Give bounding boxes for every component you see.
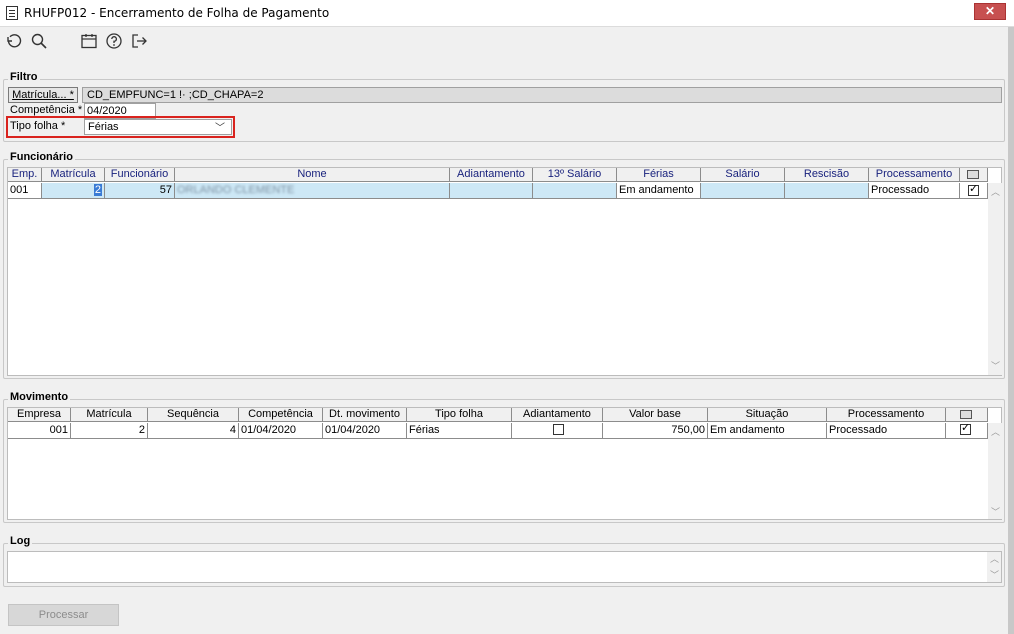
matricula-button[interactable]: Matrícula... *: [8, 87, 78, 103]
mov-row-empresa[interactable]: 001: [8, 423, 71, 439]
search-icon[interactable]: [30, 32, 48, 50]
calendar-icon[interactable]: [80, 32, 98, 50]
col-dt-movimento[interactable]: Dt. movimento: [323, 408, 407, 422]
window-title: RHUFP012 - Encerramento de Folha de Paga…: [24, 6, 330, 20]
row-processamento[interactable]: Processado: [869, 183, 960, 199]
col-rescisao[interactable]: Rescisão: [785, 168, 869, 182]
col-empresa[interactable]: Empresa: [8, 408, 71, 422]
log-textarea[interactable]: [7, 551, 1002, 583]
col-mov-processamento[interactable]: Processamento: [827, 408, 946, 422]
row-adiantamento[interactable]: [450, 183, 533, 199]
help-icon[interactable]: [105, 32, 123, 50]
col-salario[interactable]: Salário: [701, 168, 785, 182]
processar-button[interactable]: Processar: [8, 604, 119, 626]
row-rescisao[interactable]: [785, 183, 869, 199]
col-select-all[interactable]: [960, 168, 988, 182]
toolbar: [0, 27, 1014, 55]
window-edge: [1008, 27, 1014, 634]
mov-row-select-checkbox[interactable]: [960, 423, 971, 435]
mov-row-tipo-folha[interactable]: Férias: [407, 423, 512, 439]
scroll-down-icon[interactable]: ﹀: [991, 505, 1000, 518]
filtro-legend: Filtro: [8, 71, 40, 83]
scroll-down-icon[interactable]: ﹀: [990, 568, 999, 581]
row-salario[interactable]: [701, 183, 785, 199]
tipo-folha-select[interactable]: Férias ﹀: [84, 119, 232, 135]
select-all-icon: [960, 410, 972, 419]
col-emp[interactable]: Emp.: [8, 168, 42, 182]
row-select-cell: [960, 183, 988, 199]
mov-row-processamento[interactable]: Processado: [827, 423, 946, 439]
scroll-up-icon[interactable]: ︿: [990, 552, 999, 565]
movimento-scrollbar[interactable]: ︿ ﹀: [988, 423, 1002, 519]
competencia-label: Competência *: [10, 104, 83, 116]
row-matricula-value: 2: [93, 184, 102, 196]
row-13-salario[interactable]: [533, 183, 617, 199]
mov-row-valor-base[interactable]: 750,00: [603, 423, 708, 439]
close-button[interactable]: ✕: [974, 3, 1006, 20]
mov-row-competencia[interactable]: 01/04/2020: [239, 423, 323, 439]
funcionario-legend: Funcionário: [8, 151, 75, 163]
log-legend: Log: [8, 535, 33, 547]
row-funcionario[interactable]: 57: [105, 183, 175, 199]
app-icon: [6, 6, 18, 20]
mov-row-select-cell: [946, 423, 988, 439]
movimento-legend: Movimento: [8, 391, 71, 403]
row-matricula[interactable]: 2: [42, 183, 105, 199]
mov-row-dt-movimento[interactable]: 01/04/2020: [323, 423, 407, 439]
tipo-folha-value: Férias: [88, 121, 119, 133]
col-sequencia[interactable]: Sequência: [148, 408, 239, 422]
matricula-field[interactable]: CD_EMPFUNC=1 !· ;CD_CHAPA=2: [82, 87, 1002, 103]
row-emp[interactable]: 001: [8, 183, 42, 199]
chevron-down-icon: ﹀: [215, 123, 225, 134]
col-valor-base[interactable]: Valor base: [603, 408, 708, 422]
log-scrollbar[interactable]: ︿ ﹀: [987, 552, 1001, 582]
row-nome-value: ORLANDO CLEMENTE: [177, 184, 295, 196]
row-nome[interactable]: ORLANDO CLEMENTE: [175, 183, 450, 199]
mov-row-adiantamento: [512, 423, 603, 439]
col-adiantamento[interactable]: Adiantamento: [450, 168, 533, 182]
col-mov-adiantamento[interactable]: Adiantamento: [512, 408, 603, 422]
exit-icon[interactable]: [130, 32, 148, 50]
col-nome[interactable]: Nome: [175, 168, 450, 182]
undo-icon[interactable]: [4, 32, 22, 50]
tipo-folha-label: Tipo folha *: [10, 120, 66, 132]
mov-row-sequencia[interactable]: 4: [148, 423, 239, 439]
col-matricula[interactable]: Matrícula: [42, 168, 105, 182]
col-13-salario[interactable]: 13º Salário: [533, 168, 617, 182]
adiantamento-checkbox[interactable]: [553, 424, 564, 435]
col-ferias[interactable]: Férias: [617, 168, 701, 182]
col-mov-select-all[interactable]: [946, 408, 988, 422]
mov-row-situacao[interactable]: Em andamento: [708, 423, 827, 439]
mov-row-matricula[interactable]: 2: [71, 423, 148, 439]
scroll-up-icon[interactable]: ︿: [991, 185, 1000, 198]
col-tipo-folha[interactable]: Tipo folha: [407, 408, 512, 422]
row-select-checkbox[interactable]: [968, 183, 979, 196]
row-ferias[interactable]: Em andamento: [617, 183, 701, 199]
funcionario-scrollbar[interactable]: ︿ ﹀: [988, 183, 1002, 375]
select-all-icon: [967, 170, 979, 179]
col-processamento[interactable]: Processamento: [869, 168, 960, 182]
col-mov-matricula[interactable]: Matrícula: [71, 408, 148, 422]
col-competencia[interactable]: Competência: [239, 408, 323, 422]
col-situacao[interactable]: Situação: [708, 408, 827, 422]
scroll-down-icon[interactable]: ﹀: [991, 359, 1000, 372]
scroll-up-icon[interactable]: ︿: [991, 425, 1000, 438]
col-funcionario[interactable]: Funcionário: [105, 168, 175, 182]
